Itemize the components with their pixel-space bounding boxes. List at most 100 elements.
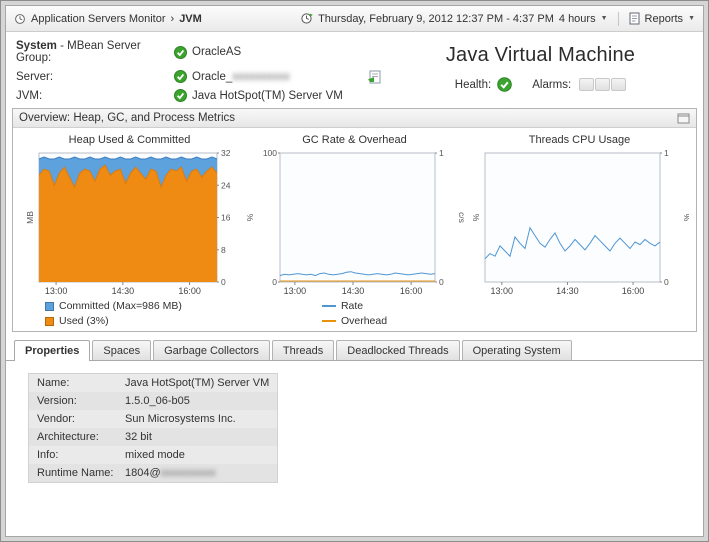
legend-label: Used (3%) <box>59 315 109 327</box>
server-label: Server: <box>16 71 174 83</box>
svg-text:14:30: 14:30 <box>111 286 134 296</box>
page-title: Java Virtual Machine <box>446 44 635 67</box>
overview-title: Overview: Heap, GC, and Process Metrics <box>19 112 235 124</box>
svg-text:13:00: 13:00 <box>44 286 67 296</box>
alarms-label: Alarms: <box>532 79 571 91</box>
main-window: Application Servers Monitor › JVM Thursd… <box>5 5 704 537</box>
tab-properties[interactable]: Properties <box>14 340 90 361</box>
svg-text:MB: MB <box>25 211 35 224</box>
chevron-down-icon[interactable]: ▼ <box>688 15 695 22</box>
table-row: Vendor: Sun Microsystems Inc. <box>29 410 277 428</box>
overview-header: Overview: Heap, GC, and Process Metrics <box>13 109 696 128</box>
svg-text:%: % <box>246 213 255 221</box>
table-row: Info: mixed mode <box>29 446 277 464</box>
server-value: Oracle_xxxxxxxxxx <box>192 71 290 83</box>
breadcrumb-separator: › <box>171 13 175 25</box>
svg-text:100: 100 <box>262 148 276 158</box>
time-duration[interactable]: 4 hours <box>559 13 596 25</box>
tab-threads[interactable]: Threads <box>272 340 334 360</box>
legend-item: Used (3%) <box>45 315 182 327</box>
chart-title: GC Rate & Overhead <box>302 134 407 146</box>
properties-table: Name: Java HotSpot(TM) Server VM Version… <box>28 373 278 483</box>
svg-text:c/s: c/s <box>457 212 464 223</box>
gc-chart-legend: Rate Overhead <box>322 300 387 327</box>
alarm-badge[interactable] <box>611 78 626 91</box>
status-ok-icon <box>174 70 187 83</box>
dashboard-icon <box>14 13 26 25</box>
system-value-row: OracleAS <box>174 46 388 59</box>
status-ok-icon <box>174 46 187 59</box>
health-label: Health: <box>455 79 491 91</box>
tab-operating-system[interactable]: Operating System <box>462 340 572 360</box>
svg-text:14:30: 14:30 <box>556 286 579 296</box>
breadcrumb: Application Servers Monitor › JVM <box>14 13 202 25</box>
gc-rate-overhead-chart[interactable]: 100010%c/s13:0014:3016:00 <box>246 147 464 297</box>
table-row: Runtime Name: 1804@xxxxxxxxxx <box>29 464 277 482</box>
tab-deadlocked-threads[interactable]: Deadlocked Threads <box>336 340 459 360</box>
legend-label: Overhead <box>341 315 387 327</box>
jvm-label: JVM: <box>16 90 174 102</box>
table-row: Architecture: 32 bit <box>29 428 277 446</box>
status-ok-icon <box>174 89 187 102</box>
legend-swatch <box>45 302 54 311</box>
reports-menu[interactable]: Reports <box>645 13 684 25</box>
svg-text:1: 1 <box>439 148 444 158</box>
svg-text:32: 32 <box>221 148 231 158</box>
top-bar: Application Servers Monitor › JVM Thursd… <box>6 6 703 32</box>
legend-label: Committed (Max=986 MB) <box>59 300 182 312</box>
svg-text:16:00: 16:00 <box>178 286 201 296</box>
system-value: OracleAS <box>192 46 241 58</box>
health-row: Health: Alarms: <box>455 77 626 92</box>
svg-text:0: 0 <box>221 277 226 287</box>
legend-item: Overhead <box>322 315 387 327</box>
tab-bar: Properties Spaces Garbage Collectors Thr… <box>6 340 703 361</box>
threads-cpu-chart[interactable]: 1 0%% 13:00 14:30 16:00 <box>471 147 689 297</box>
chart-title: Heap Used & Committed <box>69 134 191 146</box>
tab-spaces[interactable]: Spaces <box>92 340 151 360</box>
chart-title: Threads CPU Usage <box>529 134 631 146</box>
svg-text:%: % <box>682 214 689 222</box>
topbar-controls: Thursday, February 9, 2012 12:37 PM - 4:… <box>300 12 695 26</box>
alarm-badge[interactable] <box>595 78 610 91</box>
redacted-text: xxxxxxxxxx <box>161 467 216 479</box>
tabs-section: Properties Spaces Garbage Collectors Thr… <box>6 340 703 536</box>
jvm-value-row: Java HotSpot(TM) Server VM <box>174 89 388 102</box>
svg-text:1: 1 <box>664 148 669 158</box>
svg-text:13:00: 13:00 <box>490 286 513 296</box>
server-value-row: Oracle_xxxxxxxxxx <box>174 69 388 84</box>
redacted-text: xxxxxxxxxx <box>232 71 290 83</box>
health-ok-icon <box>497 77 512 92</box>
jvm-value: Java HotSpot(TM) Server VM <box>192 90 343 102</box>
divider <box>618 12 619 26</box>
breadcrumb-current: JVM <box>179 13 202 25</box>
svg-text:16:00: 16:00 <box>621 286 644 296</box>
identity-grid: System - MBean Server Group: OracleAS Se… <box>16 40 388 102</box>
svg-text:8: 8 <box>221 245 226 255</box>
breadcrumb-root[interactable]: Application Servers Monitor <box>31 13 166 25</box>
svg-text:24: 24 <box>221 180 231 190</box>
tab-garbage-collectors[interactable]: Garbage Collectors <box>153 340 270 360</box>
explore-icon[interactable] <box>367 69 383 84</box>
svg-text:0: 0 <box>664 277 669 287</box>
gc-chart-block: GC Rate & Overhead 100010%c/s13:0014:301… <box>242 134 467 327</box>
alarm-badge[interactable] <box>579 78 594 91</box>
legend-swatch <box>322 320 336 322</box>
app-window: Application Servers Monitor › JVM Thursd… <box>0 0 709 542</box>
identity-header: System - MBean Server Group: OracleAS Se… <box>6 32 703 106</box>
legend-item: Committed (Max=986 MB) <box>45 300 182 312</box>
svg-text:13:00: 13:00 <box>283 286 306 296</box>
time-range-icon <box>300 12 313 25</box>
svg-text:0: 0 <box>439 277 444 287</box>
chevron-down-icon[interactable]: ▼ <box>601 15 608 22</box>
system-label: System - MBean Server Group: <box>16 40 174 64</box>
heap-used-committed-chart[interactable]: 32 24 16 8 0 MB 13:00 14:30 16:00 <box>25 147 235 297</box>
legend-item: Rate <box>322 300 387 312</box>
heap-chart-legend: Committed (Max=986 MB) Used (3%) <box>45 300 182 327</box>
legend-label: Rate <box>341 300 363 312</box>
svg-text:%: % <box>471 213 481 221</box>
svg-text:16: 16 <box>221 213 231 223</box>
panel-action-icon[interactable] <box>677 113 690 124</box>
svg-text:14:30: 14:30 <box>341 286 364 296</box>
time-range-text[interactable]: Thursday, February 9, 2012 12:37 PM - 4:… <box>318 13 554 25</box>
reports-icon <box>629 12 640 25</box>
